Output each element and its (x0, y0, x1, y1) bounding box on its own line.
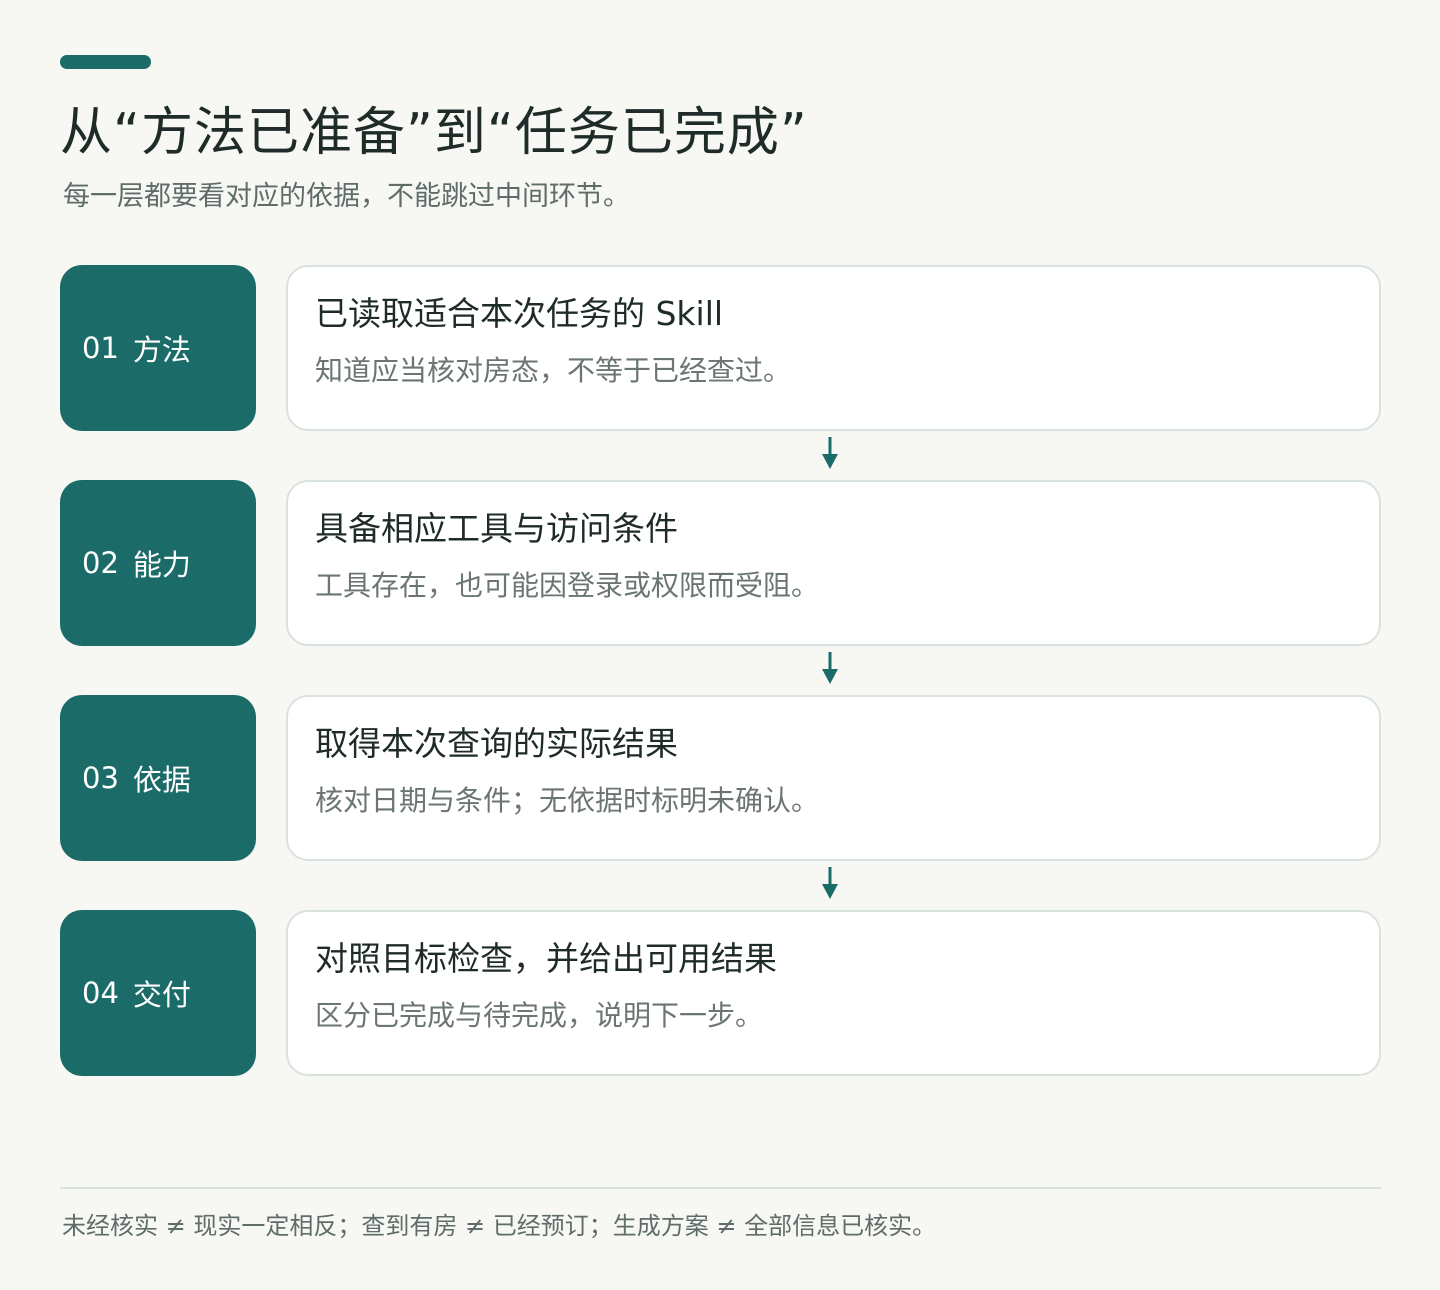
arrow-down-icon (822, 437, 838, 469)
step-4: 04 交付 对照目标检查，并给出可用结果 区分已完成与待完成，说明下一步。 (60, 910, 1381, 1076)
step-card: 取得本次查询的实际结果 核对日期与条件；无依据时标明未确认。 (286, 695, 1381, 861)
step-1: 01 方法 已读取适合本次任务的 Skill 知道应当核对房态，不等于已经查过。 (60, 265, 1381, 431)
step-number: 03 (82, 761, 119, 795)
step-2: 02 能力 具备相应工具与访问条件 工具存在，也可能因登录或权限而受阻。 (60, 480, 1381, 646)
footer-note: 未经核实 ≠ 现实一定相反；查到有房 ≠ 已经预订；生成方案 ≠ 全部信息已核实… (62, 1212, 937, 1240)
step-card: 已读取适合本次任务的 Skill 知道应当核对房态，不等于已经查过。 (286, 265, 1381, 431)
accent-bar (60, 55, 151, 69)
step-description: 知道应当核对房态，不等于已经查过。 (315, 354, 792, 387)
step-number: 01 (82, 331, 119, 365)
step-title: 已读取适合本次任务的 Skill (315, 294, 724, 333)
step-card: 具备相应工具与访问条件 工具存在，也可能因登录或权限而受阻。 (286, 480, 1381, 646)
step-label: 能力 (132, 548, 191, 582)
step-title: 具备相应工具与访问条件 (315, 509, 678, 548)
step-title: 取得本次查询的实际结果 (315, 724, 678, 763)
step-title: 对照目标检查，并给出可用结果 (315, 939, 777, 978)
step-description: 工具存在，也可能因登录或权限而受阻。 (315, 569, 820, 602)
step-badge: 04 交付 (60, 910, 256, 1076)
step-badge: 02 能力 (60, 480, 256, 646)
arrow-down-icon (822, 652, 838, 684)
page-title: 从“方法已准备”到“任务已完成” (60, 103, 808, 163)
step-label: 交付 (132, 978, 191, 1012)
step-number: 02 (82, 546, 119, 580)
step-description: 区分已完成与待完成，说明下一步。 (315, 999, 764, 1032)
step-card: 对照目标检查，并给出可用结果 区分已完成与待完成，说明下一步。 (286, 910, 1381, 1076)
step-badge: 03 依据 (60, 695, 256, 861)
step-label: 方法 (132, 333, 191, 367)
page-subtitle: 每一层都要看对应的依据，不能跳过中间环节。 (63, 181, 630, 212)
footer-divider (60, 1187, 1381, 1189)
step-number: 04 (82, 976, 119, 1010)
step-description: 核对日期与条件；无依据时标明未确认。 (315, 784, 820, 817)
step-badge: 01 方法 (60, 265, 256, 431)
step-3: 03 依据 取得本次查询的实际结果 核对日期与条件；无依据时标明未确认。 (60, 695, 1381, 861)
arrow-down-icon (822, 867, 838, 899)
step-label: 依据 (132, 763, 191, 797)
